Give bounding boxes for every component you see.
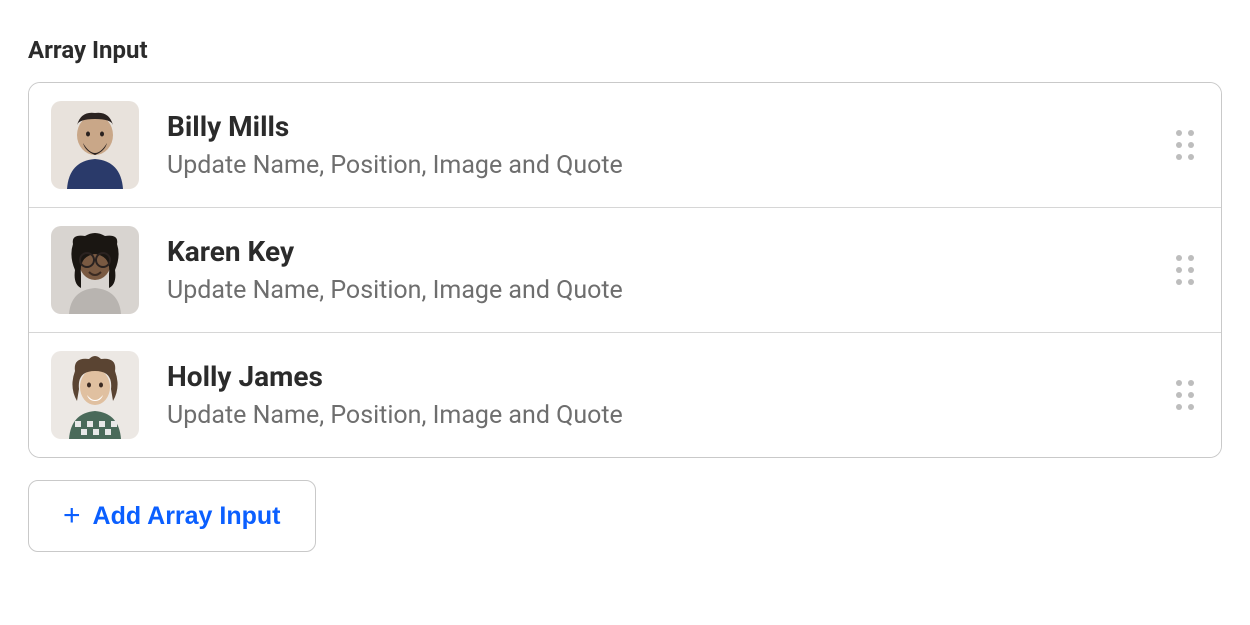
avatar [51, 226, 139, 314]
item-title: Holly James [167, 360, 1159, 393]
avatar [51, 351, 139, 439]
section-label: Array Input [28, 36, 1222, 64]
array-item[interactable]: Holly James Update Name, Position, Image… [29, 333, 1221, 457]
item-subtitle: Update Name, Position, Image and Quote [167, 276, 1159, 305]
item-subtitle: Update Name, Position, Image and Quote [167, 151, 1159, 180]
array-items-container: Billy Mills Update Name, Position, Image… [28, 82, 1222, 458]
drag-handle-icon[interactable] [1171, 250, 1199, 290]
array-item[interactable]: Billy Mills Update Name, Position, Image… [29, 83, 1221, 208]
item-content: Holly James Update Name, Position, Image… [167, 360, 1159, 430]
plus-icon: + [63, 501, 81, 531]
item-subtitle: Update Name, Position, Image and Quote [167, 401, 1159, 430]
add-array-input-button[interactable]: + Add Array Input [28, 480, 316, 552]
array-item[interactable]: Karen Key Update Name, Position, Image a… [29, 208, 1221, 333]
drag-handle-icon[interactable] [1171, 125, 1199, 165]
add-button-label: Add Array Input [93, 502, 281, 531]
drag-handle-icon[interactable] [1171, 375, 1199, 415]
array-input-section: Array Input Billy Mills Update Name, Pos… [28, 36, 1222, 552]
item-title: Billy Mills [167, 110, 1159, 143]
item-title: Karen Key [167, 235, 1159, 268]
item-content: Billy Mills Update Name, Position, Image… [167, 110, 1159, 180]
avatar [51, 101, 139, 189]
item-content: Karen Key Update Name, Position, Image a… [167, 235, 1159, 305]
